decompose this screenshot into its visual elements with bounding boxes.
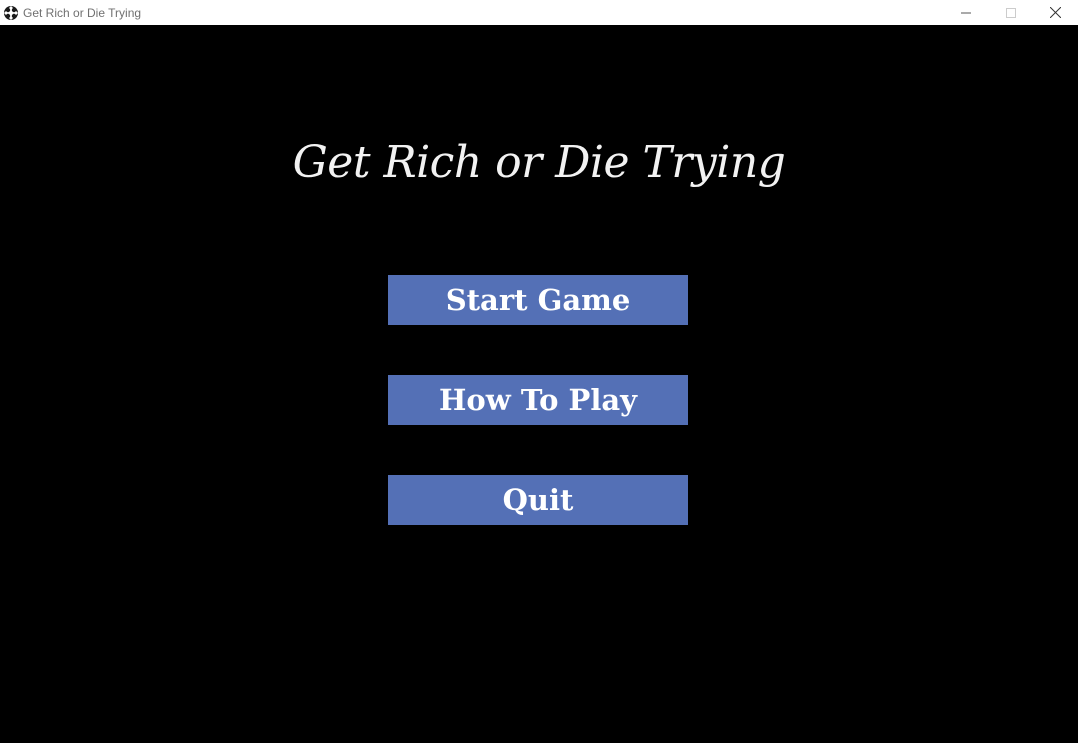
quit-button[interactable]: Quit: [388, 475, 688, 525]
how-to-play-button[interactable]: How To Play: [388, 375, 688, 425]
close-icon: [1049, 3, 1062, 22]
window-controls: [943, 0, 1078, 25]
app-logo-icon: [3, 5, 19, 21]
maximize-button[interactable]: [988, 0, 1033, 25]
close-button[interactable]: [1033, 0, 1078, 25]
minimize-button[interactable]: [943, 0, 988, 25]
window-title: Get Rich or Die Trying: [23, 5, 142, 20]
game-title: Get Rich or Die Trying: [292, 137, 786, 188]
game-canvas: Get Rich or Die Trying Start Game How To…: [0, 25, 1078, 743]
maximize-icon: [1005, 3, 1016, 22]
game-window: Get Rich or Die Trying Get Rich or Die T…: [0, 0, 1078, 743]
window-titlebar[interactable]: Get Rich or Die Trying: [0, 0, 1078, 25]
start-game-button[interactable]: Start Game: [388, 275, 688, 325]
minimize-icon: [960, 3, 971, 22]
